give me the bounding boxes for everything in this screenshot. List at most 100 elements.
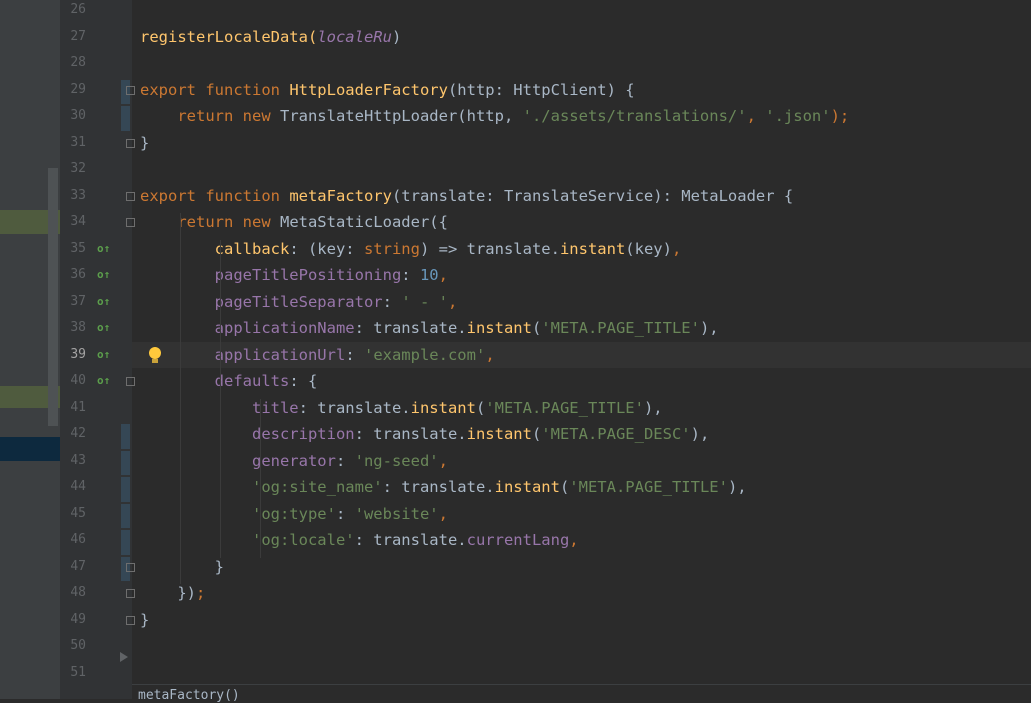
code-line: applicationName: translate.instant('META… (140, 315, 719, 342)
code-token: TranslateHttpLoader(http, (279, 107, 523, 125)
code-token: 'og:type' (140, 504, 336, 523)
line-number[interactable]: 44 (60, 474, 86, 501)
line-number[interactable]: 36 (60, 262, 86, 289)
code-token: (translate: TranslateService): MetaLoade… (391, 186, 794, 205)
fold-marker-icon[interactable] (126, 218, 135, 227)
code-token: : translate. (298, 398, 411, 417)
vcs-change-marker[interactable] (121, 503, 130, 528)
code-token: callback (140, 239, 290, 258)
implements-icon[interactable]: o↑ (97, 368, 110, 395)
code-token: , (485, 345, 495, 364)
line-number[interactable]: 40 (60, 368, 86, 395)
code-token: (key) (625, 239, 672, 258)
code-token: , (438, 451, 448, 470)
code-line: return new MetaStaticLoader({ (140, 209, 448, 236)
line-number[interactable]: 47 (60, 554, 86, 581)
code-token: generator (140, 451, 336, 470)
code-token: applicationUrl (140, 345, 346, 364)
line-number[interactable]: 34 (60, 209, 86, 236)
project-tree-selected-row[interactable] (0, 437, 60, 461)
code-line: }); (140, 580, 205, 607)
vcs-change-marker[interactable] (121, 450, 130, 475)
line-number[interactable]: 30 (60, 103, 86, 130)
line-number[interactable]: 37 (60, 289, 86, 316)
code-token: ; (196, 584, 206, 602)
vcs-change-marker[interactable] (121, 530, 130, 555)
code-token: 10 (419, 266, 439, 284)
line-number[interactable]: 46 (60, 527, 86, 554)
line-number[interactable]: 43 (60, 448, 86, 475)
line-number[interactable]: 28 (60, 50, 86, 77)
line-number[interactable]: 29 (60, 77, 86, 104)
fold-marker-icon[interactable] (126, 191, 135, 201)
code-token: 'og:locale' (140, 531, 355, 549)
implements-icon[interactable]: o↑ (97, 236, 110, 263)
code-token: ), (643, 398, 663, 417)
code-line: applicationUrl: 'example.com', (140, 342, 495, 369)
code-token: export function (140, 80, 290, 99)
fold-arrow-icon[interactable] (120, 652, 128, 662)
fold-marker-icon[interactable] (126, 562, 135, 572)
code-token: ), (727, 478, 747, 496)
line-number[interactable]: 49 (60, 607, 86, 634)
code-token: } (140, 557, 224, 576)
line-number[interactable]: 35 (60, 236, 86, 263)
line-number[interactable]: 51 (60, 660, 86, 687)
line-number[interactable]: 45 (60, 501, 86, 528)
code-token: instant (466, 425, 532, 443)
line-number[interactable]: 38 (60, 315, 86, 342)
code-token: 'META.PAGE_TITLE' (569, 478, 728, 496)
vcs-change-marker[interactable] (121, 106, 130, 131)
fold-marker-icon[interactable] (126, 138, 135, 148)
code-line: description: translate.instant('META.PAG… (140, 421, 709, 448)
code-token: ( (559, 478, 570, 496)
code-line: return new TranslateHttpLoader(http, './… (140, 103, 849, 130)
code-token: : translate. (382, 478, 495, 496)
code-token: 'ng-seed' (354, 451, 439, 470)
implements-icon[interactable]: o↑ (97, 342, 110, 369)
code-token: instant (559, 239, 626, 258)
code-line: defaults: { (140, 368, 318, 395)
code-token: defaults (140, 372, 290, 390)
code-token: return new (140, 107, 280, 125)
code-token: , (438, 504, 448, 523)
line-number[interactable]: 27 (60, 24, 86, 51)
implements-icon[interactable]: o↑ (97, 315, 110, 342)
code-line: 'og:type': 'website', (140, 501, 448, 528)
line-number[interactable]: 48 (60, 580, 86, 607)
fold-marker-icon[interactable] (126, 589, 135, 598)
code-token: export function (140, 186, 290, 205)
line-number[interactable]: 42 (60, 421, 86, 448)
project-scrollbar[interactable] (48, 168, 58, 426)
code-token: MetaStaticLoader({ (279, 213, 448, 231)
code-token: 'META.PAGE_TITLE' (485, 398, 644, 417)
line-number[interactable]: 26 (60, 0, 86, 24)
lightbulb-base (152, 358, 158, 363)
implements-icon[interactable]: o↑ (97, 262, 110, 289)
code-line: 'og:locale': translate.currentLang, (140, 527, 579, 554)
breadcrumb-text[interactable]: metaFactory() (138, 688, 240, 703)
code-token: instant (466, 319, 532, 337)
line-number[interactable]: 50 (60, 633, 86, 660)
code-token: registerLocaleData( (140, 27, 318, 46)
code-token: } (140, 133, 150, 152)
code-token: './assets/translations/' (522, 107, 747, 125)
code-token: description (140, 425, 355, 443)
vcs-change-marker[interactable] (121, 477, 130, 502)
line-number[interactable]: 39 (60, 342, 86, 369)
code-line: 'og:site_name': translate.instant('META.… (140, 474, 747, 501)
line-number[interactable]: 41 (60, 395, 86, 422)
fold-marker-icon[interactable] (126, 615, 135, 625)
code-token: , (447, 292, 458, 311)
implements-icon[interactable]: o↑ (97, 289, 110, 316)
fold-marker-icon[interactable] (126, 85, 135, 95)
code-token: 'META.PAGE_DESC' (541, 425, 691, 443)
line-number[interactable]: 32 (60, 156, 86, 183)
line-number[interactable]: 31 (60, 130, 86, 157)
line-number[interactable]: 33 (60, 183, 86, 210)
lightbulb-icon[interactable] (149, 346, 161, 359)
vcs-change-marker[interactable] (121, 424, 130, 449)
fold-marker-icon[interactable] (126, 377, 135, 386)
indent-guide (260, 398, 261, 558)
code-token: ) (391, 27, 402, 46)
